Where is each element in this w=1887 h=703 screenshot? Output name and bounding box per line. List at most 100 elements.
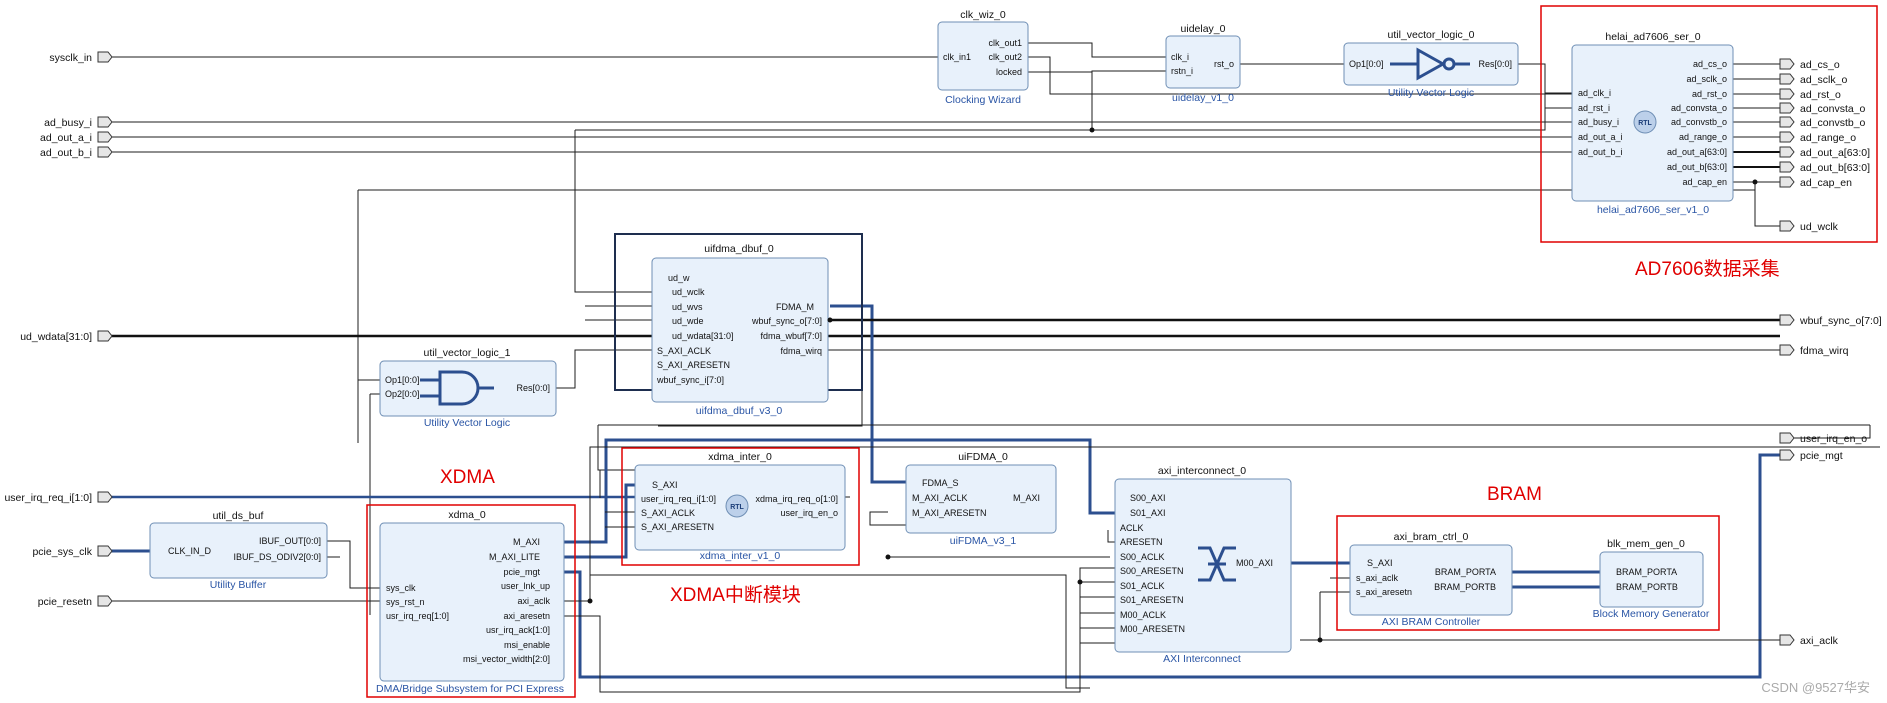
port-label: M_AXI — [513, 537, 540, 547]
port-user-irq-req: user_irq_req_i[1:0] — [4, 492, 92, 504]
port-label: locked — [996, 67, 1022, 77]
annotation-bram: BRAM — [1487, 484, 1542, 505]
block-util-ds-buf[interactable]: util_ds_buf CLK_IN_D IBUF_OUT[0:0] IBUF_… — [149, 510, 328, 591]
port-label: S00_ARESETN — [1120, 566, 1184, 576]
port-label: s_axi_aresetn — [1356, 587, 1412, 597]
block-diagram: sysclk_in ad_busy_i ad_out_a_i ad_out_b_… — [4, 5, 1882, 698]
port-label: ad_rst_o — [1692, 89, 1727, 99]
block-subtitle: AXI BRAM Controller — [1382, 616, 1481, 628]
port-label: S01_ARESETN — [1120, 595, 1184, 605]
port-ad-out-b: ad_out_b[63:0] — [1800, 162, 1870, 174]
block-title: axi_bram_ctrl_0 — [1394, 531, 1469, 543]
port-ad-convsta-o: ad_convsta_o — [1800, 103, 1866, 115]
port-label: clk_i — [1171, 52, 1189, 62]
port-label: ARESETN — [1120, 537, 1163, 547]
block-xdma[interactable]: xdma_0 sys_clk sys_rst_n usr_irq_req[1:0… — [376, 509, 565, 695]
port-label: ud_w — [668, 273, 690, 283]
block-title: clk_wiz_0 — [960, 9, 1006, 21]
block-util-vector-logic-0[interactable]: util_vector_logic_0 Op1[0:0] Res[0:0] Ut… — [1343, 29, 1519, 99]
block-clk-wiz[interactable]: clk_wiz_0 clk_in1 clk_out1 clk_out2 lock… — [937, 9, 1029, 106]
port-ad-out-a-i: ad_out_a_i — [40, 132, 92, 144]
block-subtitle: uiFDMA_v3_1 — [950, 535, 1017, 547]
port-label: Op1[0:0] — [1349, 59, 1384, 69]
port-label: ACLK — [1120, 523, 1144, 533]
watermark: CSDN @9527华安 — [1761, 680, 1870, 695]
port-label: user_irq_req_i[1:0] — [641, 494, 716, 504]
block-title: helai_ad7606_ser_0 — [1605, 31, 1700, 43]
annotation-xdma: XDMA — [440, 467, 495, 488]
port-ad-range-o: ad_range_o — [1800, 132, 1856, 144]
port-label: rstn_i — [1171, 66, 1193, 76]
block-title: util_ds_buf — [213, 510, 264, 522]
port-ad-sclk-o: ad_sclk_o — [1800, 74, 1847, 86]
port-label: user_lnk_up — [501, 581, 550, 591]
block-helai-ad7606[interactable]: helai_ad7606_ser_0 ad_clk_i ad_rst_i ad_… — [1571, 31, 1734, 216]
port-user-irq-en-o: user_irq_en_o — [1800, 433, 1867, 445]
port-label: FDMA_M — [776, 302, 814, 312]
port-label: S00_ACLK — [1120, 552, 1165, 562]
block-subtitle: Utility Vector Logic — [1388, 87, 1474, 99]
block-uifdma-dbuf[interactable]: uifdma_dbuf_0 ud_w ud_wclk ud_wvs ud_wde… — [614, 233, 863, 417]
block-uifdma[interactable]: uiFDMA_0 FDMA_S M_AXI_ACLK M_AXI_ARESETN… — [905, 451, 1057, 547]
port-label: BRAM_PORTA — [1616, 567, 1677, 577]
port-label: Res[0:0] — [1478, 59, 1512, 69]
port-label: S_AXI — [652, 480, 678, 490]
port-label: IBUF_OUT[0:0] — [259, 536, 321, 546]
port-label: M_AXI — [1013, 493, 1040, 503]
port-label: rst_o — [1214, 59, 1234, 69]
block-title: util_vector_logic_1 — [424, 347, 511, 359]
port-label: S01_AXI — [1130, 508, 1166, 518]
block-xdma-inter[interactable]: xdma_inter_0 S_AXI user_irq_req_i[1:0] S… — [634, 451, 846, 562]
port-label: clk_out1 — [988, 38, 1022, 48]
port-label: sys_clk — [386, 583, 416, 593]
port-label: Op1[0:0] — [385, 375, 420, 385]
port-ud-wclk: ud_wclk — [1800, 221, 1839, 233]
port-sysclk-in: sysclk_in — [49, 52, 92, 64]
port-label: ad_cs_o — [1693, 59, 1727, 69]
port-ad-cs-o: ad_cs_o — [1800, 59, 1840, 71]
port-label: msi_vector_width[2:0] — [463, 654, 550, 664]
port-label: M_AXI_ACLK — [912, 493, 968, 503]
block-title: xdma_inter_0 — [708, 451, 772, 463]
port-label: pcie_mgt — [503, 567, 540, 577]
block-axi-bram-ctrl[interactable]: axi_bram_ctrl_0 S_AXI s_axi_aclk s_axi_a… — [1349, 531, 1513, 628]
block-title: blk_mem_gen_0 — [1607, 538, 1685, 550]
annotation-xdma-irq: XDMA中断模块 — [670, 584, 801, 606]
svg-text:RTL: RTL — [1638, 120, 1652, 127]
block-axi-interconnect[interactable]: axi_interconnect_0 S00_AXI S01_AXI ACLK … — [1114, 465, 1292, 665]
block-util-vector-logic-1[interactable]: util_vector_logic_1 Op1[0:0] Op2[0:0] Re… — [379, 347, 557, 429]
block-uidelay[interactable]: uidelay_0 clk_i rstn_i rst_o uidelay_v1_… — [1165, 23, 1241, 104]
port-pcie-resetn: pcie_resetn — [38, 596, 92, 608]
block-subtitle: DMA/Bridge Subsystem for PCI Express — [376, 683, 564, 695]
port-label: user_irq_en_o — [780, 508, 838, 518]
block-subtitle: helai_ad7606_ser_v1_0 — [1597, 204, 1709, 216]
port-pcie-mgt: pcie_mgt — [1800, 450, 1843, 462]
port-label: ad_convstb_o — [1671, 117, 1727, 127]
port-ad-rst-o: ad_rst_o — [1800, 89, 1841, 101]
crossbar-icon — [1198, 545, 1236, 583]
port-pcie-sys-clk: pcie_sys_clk — [32, 546, 92, 558]
port-ad-out-a: ad_out_a[63:0] — [1800, 147, 1870, 159]
port-label: ud_wclk — [672, 287, 705, 297]
port-label: Op2[0:0] — [385, 389, 420, 399]
port-label: wbuf_sync_o[7:0] — [751, 316, 822, 326]
block-title: uidelay_0 — [1181, 23, 1226, 35]
port-label: S_AXI_ACLK — [641, 508, 695, 518]
port-label: usr_irq_req[1:0] — [386, 611, 449, 621]
block-blk-mem-gen[interactable]: blk_mem_gen_0 BRAM_PORTA BRAM_PORTB Bloc… — [1593, 538, 1710, 620]
port-label: ad_sclk_o — [1686, 74, 1727, 84]
port-label: ad_busy_i — [1578, 117, 1619, 127]
port-label: axi_aclk — [517, 596, 550, 606]
port-wbuf-sync-o: wbuf_sync_o[7:0] — [1799, 315, 1882, 327]
block-subtitle: uifdma_dbuf_v3_0 — [696, 405, 783, 417]
port-ud-wdata: ud_wdata[31:0] — [20, 331, 92, 343]
port-label: s_axi_aclk — [1356, 573, 1399, 583]
port-label: BRAM_PORTB — [1616, 582, 1678, 592]
port-ad-convstb-o: ad_convstb_o — [1800, 117, 1866, 129]
block-title: uifdma_dbuf_0 — [704, 243, 774, 255]
port-label: ad_cap_en — [1682, 177, 1727, 187]
port-label: S_AXI_ARESETN — [657, 360, 730, 370]
port-label: sys_rst_n — [386, 597, 425, 607]
port-label: ad_out_a_i — [1578, 132, 1623, 142]
block-subtitle: Block Memory Generator — [1593, 608, 1710, 620]
